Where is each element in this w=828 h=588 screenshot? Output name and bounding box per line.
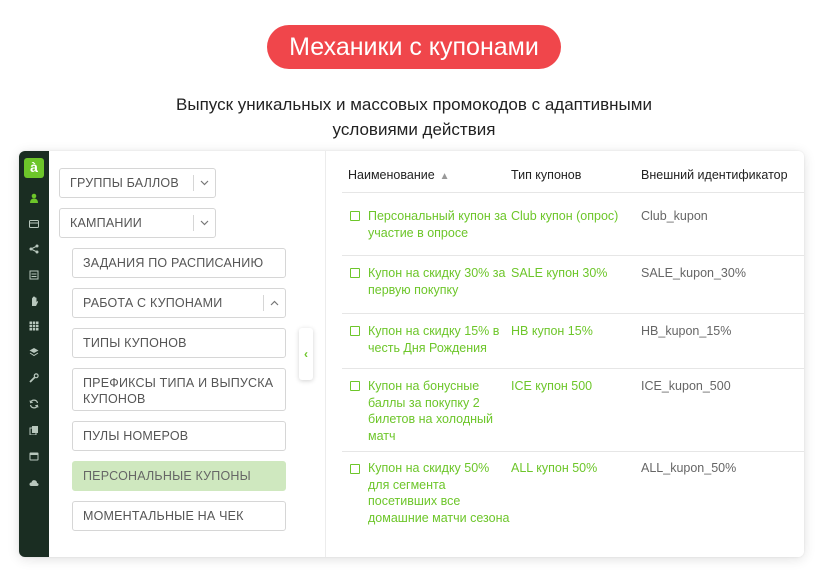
menu-item-label: ПРЕФИКСЫ ТИПА И ВЫПУСКА КУПОНОВ [83,376,274,406]
cell-external-id: ALL_kupon_50% [641,461,737,475]
menu-item-label: ТИПЫ КУПОНОВ [83,336,187,350]
menu-item-campaigns[interactable]: КАМПАНИИ [59,208,216,238]
chevron-down-icon[interactable] [193,215,215,231]
row-checkbox[interactable] [350,268,360,278]
subtitle-line-2: условиями действия [332,120,496,139]
menu-item-number-pools[interactable]: ПУЛЫ НОМЕРОВ [72,421,286,451]
navigation-menu: ГРУППЫ БАЛЛОВ КАМПАНИИ ЗАДАНИЯ ПО РАСПИС… [49,151,325,557]
hand-icon[interactable] [27,296,41,310]
row-divider [342,368,804,369]
cell-name[interactable]: Персональный купон за участие в опросе [368,208,513,241]
column-header-external-id[interactable]: Внешний идентификатор [641,168,788,182]
menu-item-coupon-types[interactable]: ТИПЫ КУПОНОВ [72,328,286,358]
calendar-icon[interactable] [27,451,41,465]
card-icon[interactable] [27,219,41,233]
chevron-down-icon[interactable] [193,175,215,191]
app-window: à ГРУППЫ БАЛЛОВ КАМПАНИИ ЗАДАНИЯ ПО РАСП… [19,151,804,557]
column-header-label: Тип купонов [511,168,582,182]
cell-external-id: ICE_kupon_500 [641,379,731,393]
sync-icon[interactable] [27,399,41,413]
menu-item-label: ЗАДАНИЯ ПО РАСПИСАНИЮ [83,256,264,270]
cell-name[interactable]: Купон на скидку 30% за первую покупку [368,265,513,298]
row-checkbox[interactable] [350,326,360,336]
chevron-left-icon: ‹ [304,347,308,361]
column-header-label: Внешний идентификатор [641,168,788,182]
menu-item-label: РАБОТА С КУПОНАМИ [83,296,223,310]
grid-icon[interactable] [27,321,41,335]
subtitle-line-1: Выпуск уникальных и массовых промокодов … [176,95,652,114]
row-checkbox[interactable] [350,464,360,474]
cell-type[interactable]: HB купон 15% [511,323,641,340]
menu-item-scheduled-tasks[interactable]: ЗАДАНИЯ ПО РАСПИСАНИЮ [72,248,286,278]
cell-type[interactable]: Club купон (опрос) [511,208,641,225]
cell-type[interactable]: ALL купон 50% [511,460,641,477]
list-icon[interactable] [27,270,41,284]
sort-asc-icon[interactable]: ▲ [440,171,450,182]
copy-icon[interactable] [27,425,41,439]
column-header-type[interactable]: Тип купонов [511,168,581,182]
icon-rail: à [19,151,49,557]
row-checkbox[interactable] [350,211,360,221]
menu-item-instant-receipt[interactable]: МОМЕНТАЛЬНЫЕ НА ЧЕК [72,501,286,531]
user-icon[interactable] [27,193,41,207]
cell-name[interactable]: Купон на скидку 15% в честь Дня Рождения [368,323,513,356]
layers-icon[interactable] [27,347,41,361]
cell-type[interactable]: ICE купон 500 [511,378,641,395]
row-divider [342,255,804,256]
menu-item-label: ПУЛЫ НОМЕРОВ [83,429,189,443]
share-icon[interactable] [27,244,41,258]
cell-external-id: SALE_kupon_30% [641,266,746,280]
page-title: Механики с купонами [289,33,539,61]
menu-item-label: МОМЕНТАЛЬНЫЕ НА ЧЕК [83,509,244,523]
collapse-sidebar-button[interactable]: ‹ [299,328,313,380]
menu-item-personal-coupons[interactable]: ПЕРСОНАЛЬНЫЕ КУПОНЫ [72,461,286,491]
cell-external-id: Club_kupon [641,209,708,223]
cell-name[interactable]: Купон на скидку 50% для сегмента посетив… [368,460,513,526]
menu-item-label: КАМПАНИИ [70,216,142,230]
coupons-table: Наименование ▲ Тип купонов Внешний иденти… [325,151,804,557]
cloud-icon[interactable] [27,478,41,492]
row-checkbox[interactable] [350,381,360,391]
page-title-badge: Механики с купонами [267,25,561,69]
cell-name[interactable]: Купон на бонусные баллы за покупку 2 бил… [368,378,513,444]
menu-item-label: ПЕРСОНАЛЬНЫЕ КУПОНЫ [83,469,251,483]
menu-item-coupon-prefixes[interactable]: ПРЕФИКСЫ ТИПА И ВЫПУСКА КУПОНОВ [72,368,286,411]
row-divider [342,313,804,314]
column-header-name[interactable]: Наименование ▲ [348,168,450,182]
column-header-label: Наименование [348,168,435,182]
wrench-icon[interactable] [27,373,41,387]
menu-item-point-groups[interactable]: ГРУППЫ БАЛЛОВ [59,168,216,198]
logo: à [24,158,44,178]
chevron-up-icon[interactable] [263,295,285,311]
menu-item-coupon-work[interactable]: РАБОТА С КУПОНАМИ [72,288,286,318]
cell-external-id: HB_kupon_15% [641,324,732,338]
cell-type[interactable]: SALE купон 30% [511,265,641,282]
header-divider [342,192,804,193]
menu-item-label: ГРУППЫ БАЛЛОВ [70,176,179,190]
page-subtitle: Выпуск уникальных и массовых промокодов … [100,92,728,142]
row-divider [342,451,804,452]
